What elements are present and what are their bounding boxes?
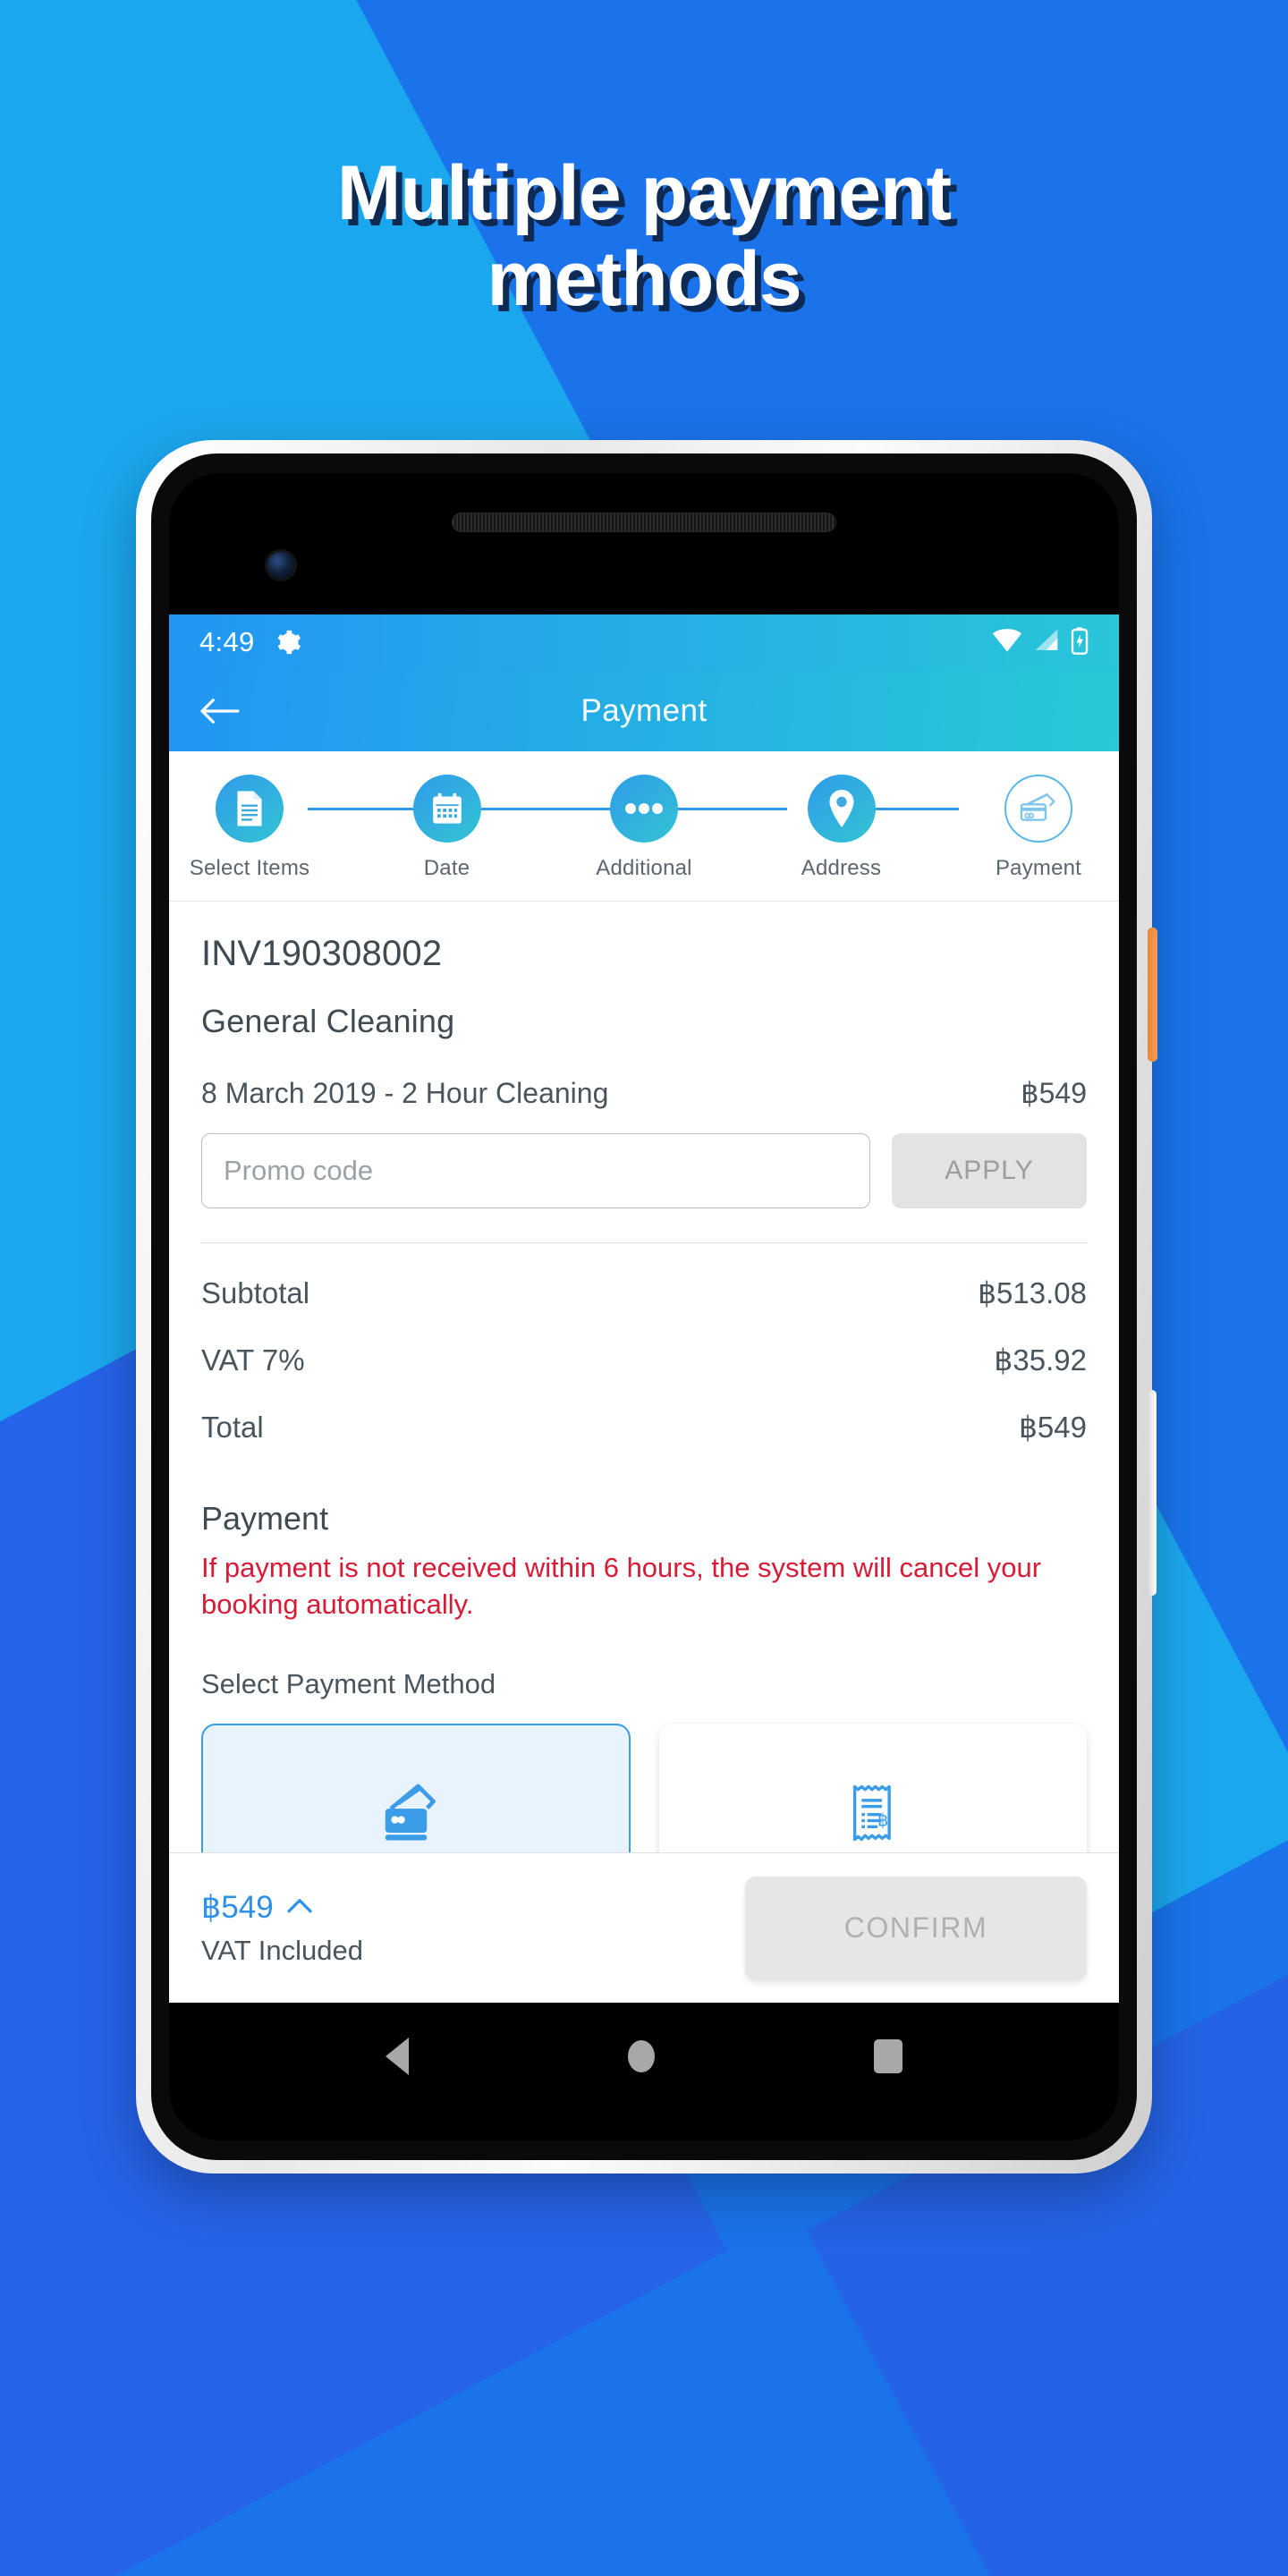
signal-icon [1033, 628, 1060, 657]
volume-button[interactable] [1148, 1390, 1157, 1596]
headline-line-1: Multiple payment [336, 150, 952, 236]
credit-card-icon [1004, 775, 1072, 843]
sidebar-item-select-items[interactable]: Select Items [187, 775, 312, 881]
dots-icon [610, 775, 678, 843]
android-nav-bar [169, 2003, 1119, 2140]
step-label: Select Items [189, 856, 310, 880]
app-screen: 4:49 Payment Select Items Date Additiona… [169, 614, 1119, 2003]
total-value: ฿35.92 [994, 1343, 1087, 1377]
progress-stepper: Select Items Date Additional Address Pay… [169, 751, 1119, 902]
status-time: 4:49 [199, 626, 255, 657]
line-item-label: 8 March 2019 - 2 Hour Cleaning [201, 1077, 609, 1109]
order-line-item: 8 March 2019 - 2 Hour Cleaning ฿549 [201, 1076, 1087, 1110]
invoice-number: INV190308002 [201, 934, 443, 973]
document-icon [216, 775, 284, 843]
checkout-amount: ฿549 [201, 1889, 274, 1925]
payment-warning: If payment is not received within 6 hour… [201, 1552, 1042, 1620]
calendar-icon [412, 775, 481, 843]
wifi-icon [992, 628, 1022, 657]
apply-promo-button[interactable]: APPLY [892, 1133, 1087, 1208]
app-bar: Payment [169, 670, 1119, 751]
nav-back-icon[interactable] [386, 2038, 410, 2075]
phone-body: 4:49 Payment Select Items Date Additiona… [151, 453, 1137, 2160]
confirm-button[interactable]: CONFIRM [745, 1876, 1087, 1980]
front-camera [267, 552, 294, 579]
service-name: General Cleaning [201, 1003, 455, 1039]
checkout-bottom-bar: ฿549 VAT Included CONFIRM [169, 1852, 1119, 2003]
sidebar-item-payment[interactable]: Payment [976, 775, 1101, 881]
step-label: Address [801, 856, 882, 880]
stepper-steps: Select Items Date Additional Address Pay… [187, 775, 1101, 881]
status-icons [992, 626, 1089, 659]
promo-headline: Multiple payment methods [0, 150, 1288, 323]
promo-code-row: APPLY [201, 1133, 1087, 1208]
earpiece-speaker [452, 513, 836, 532]
table-row: VAT 7% ฿35.92 [201, 1343, 1087, 1377]
sidebar-item-date[interactable]: Date [385, 775, 510, 881]
arrow-left-icon[interactable] [199, 696, 241, 726]
chevron-up-icon[interactable] [286, 1896, 313, 1919]
status-bar: 4:49 [169, 614, 1119, 670]
step-label: Additional [596, 856, 692, 880]
power-button[interactable] [1148, 928, 1157, 1062]
step-label: Date [423, 856, 470, 880]
payment-heading: Payment [201, 1500, 329, 1537]
table-row: Subtotal ฿513.08 [201, 1275, 1087, 1310]
checkout-total: ฿549 VAT Included [201, 1890, 363, 1967]
step-label: Payment [995, 856, 1082, 880]
sidebar-item-address[interactable]: Address [779, 775, 904, 881]
total-label: Total [201, 1411, 264, 1444]
line-item-price: ฿549 [1021, 1077, 1087, 1109]
vat-included-note: VAT Included [201, 1934, 363, 1966]
receipt-baht-icon: ฿ [848, 1783, 898, 1848]
sidebar-item-additional[interactable]: Additional [581, 775, 707, 881]
svg-text:฿: ฿ [877, 1811, 888, 1830]
battery-charging-icon [1071, 626, 1089, 659]
checkout-amount-row[interactable]: ฿549 [201, 1890, 363, 1926]
credit-card-swipe-icon [383, 1784, 449, 1847]
select-payment-method-label: Select Payment Method [201, 1667, 496, 1699]
map-pin-icon [807, 775, 876, 843]
total-label: VAT 7% [201, 1343, 305, 1377]
promo-code-input[interactable] [201, 1133, 870, 1208]
page-title: Payment [580, 692, 708, 728]
total-label: Subtotal [201, 1276, 310, 1309]
phone-mockup: 4:49 Payment Select Items Date Additiona… [136, 440, 1157, 2174]
phone-screen: 4:49 Payment Select Items Date Additiona… [169, 473, 1119, 2140]
headline-line-2: methods [487, 236, 801, 323]
total-value: ฿549 [1018, 1411, 1087, 1444]
nav-recent-icon[interactable] [873, 2039, 902, 2073]
gear-icon [275, 629, 301, 656]
total-value: ฿513.08 [978, 1276, 1087, 1309]
summary-divider [201, 1242, 1087, 1243]
table-row: Total ฿549 [201, 1410, 1087, 1445]
nav-home-icon[interactable] [627, 2040, 655, 2072]
order-summary: INV190308002 General Cleaning 8 March 20… [169, 934, 1119, 2003]
